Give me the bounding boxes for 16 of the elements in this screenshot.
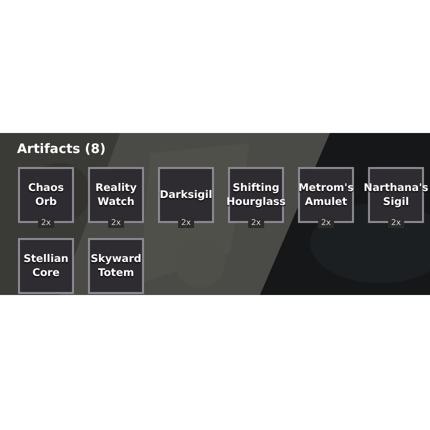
artifact-name: Chaos Orb	[27, 181, 65, 209]
artifact-count: 2x	[318, 218, 334, 228]
artifact-name: Skyward Totem	[90, 252, 142, 280]
artifact-name: Darksigil	[158, 188, 214, 202]
artifact-count: 2x	[38, 218, 54, 228]
artifact-name: Metrom's Amulet	[297, 181, 355, 209]
artifact-count: 2x	[108, 218, 124, 228]
artifact-tile[interactable]: Skyward Totem	[88, 238, 144, 294]
artifact-count: 2x	[178, 218, 194, 228]
artifact-count: 2x	[248, 218, 264, 228]
section-title: Artifacts (8)	[17, 141, 107, 159]
artifact-name: Shifting Hourglass	[225, 181, 287, 209]
artifact-tile[interactable]: Stellian Core	[18, 238, 74, 294]
artifact-count: 2x	[388, 218, 404, 228]
artifact-name: Reality Watch	[94, 181, 138, 209]
artifact-name: Stellian Core	[22, 252, 70, 280]
